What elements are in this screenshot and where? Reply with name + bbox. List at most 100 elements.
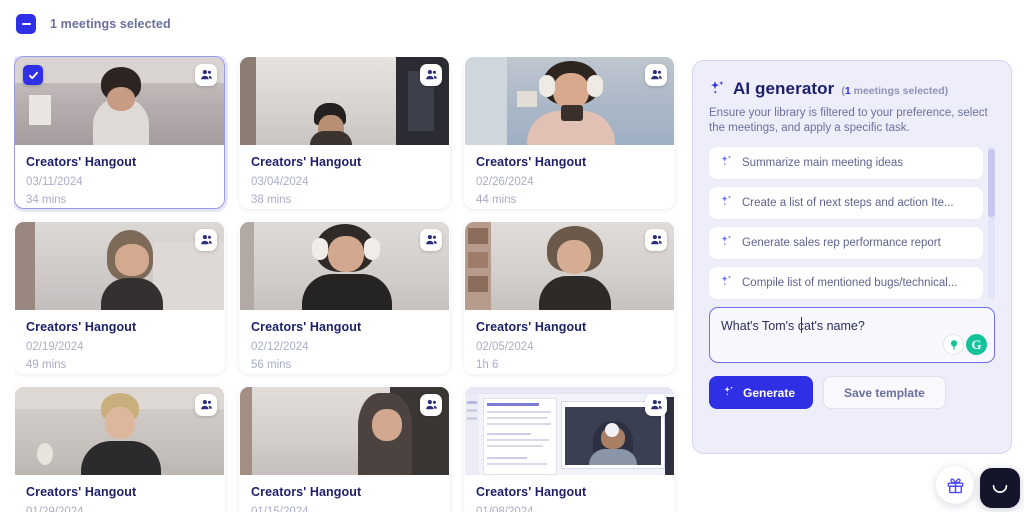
check-icon [28,71,38,79]
meeting-info: Creators' Hangout 01/08/2024 [465,475,674,512]
meeting-date: 02/26/2024 [476,176,534,188]
ai-generator-panel: AI generator (1 meetings selected) Ensur… [692,60,1012,454]
meeting-date: 03/11/2024 [26,176,83,188]
meeting-thumbnail [465,222,674,310]
meeting-selected-checkbox[interactable] [23,65,43,85]
ai-generator-header: AI generator (1 meetings selected) [709,77,995,99]
meeting-thumbnail-screenshare [465,387,674,475]
prompt-field-wrapper: G [709,307,995,363]
meeting-card[interactable]: Creators' Hangout 02/12/2024 56 mins [239,221,450,374]
save-template-button[interactable]: Save template [823,376,946,409]
meeting-card[interactable]: Creators' Hangout 01/29/2024 [14,386,225,512]
participants-icon [195,229,217,251]
meeting-date: 03/04/2024 [251,176,309,188]
grammarly-g-icon[interactable]: G [966,334,987,355]
meeting-duration: 38 mins [251,194,292,206]
task-list-scrollbar-thumb[interactable] [988,149,995,217]
text-cursor [801,317,803,333]
meeting-card[interactable]: Creators' Hangout 03/04/2024 38 mins [239,56,450,209]
meeting-date: 01/29/2024 [26,506,84,512]
meeting-date: 02/19/2024 [26,341,84,353]
meeting-date: 02/12/2024 [251,341,309,353]
meeting-thumbnail [240,387,449,475]
meetings-grid: Creators' Hangout 03/11/2024 34 mins Cre… [14,56,678,512]
meeting-duration: 56 mins [251,359,292,371]
meeting-info: Creators' Hangout 02/19/2024 49 mins [15,310,224,371]
panel-selection-count: (1 meetings selected) [841,85,949,97]
ai-task-list: Summarize main meeting ideas Create a li… [709,147,995,299]
meeting-info: Creators' Hangout 02/26/2024 44 mins [465,145,674,206]
meeting-date: 02/05/2024 [476,341,534,353]
meetings-library-app: 1 meetings selected Creators' Hangout 03… [0,0,1024,512]
meeting-card[interactable]: Creators' Hangout 01/15/2024 [239,386,450,512]
sparkle-icon [720,194,733,212]
sparkle-icon [720,234,733,252]
meeting-info: Creators' Hangout 03/04/2024 38 mins [240,145,449,206]
meeting-card[interactable]: Creators' Hangout 01/08/2024 [464,386,675,512]
meeting-thumbnail [15,222,224,310]
meeting-info: Creators' Hangout 01/29/2024 [15,475,224,512]
participants-icon [420,229,442,251]
meeting-title: Creators' Hangout [26,320,137,334]
meeting-thumbnail [240,222,449,310]
ai-task-item[interactable]: Summarize main meeting ideas [709,147,983,179]
meeting-title: Creators' Hangout [26,485,137,499]
meeting-duration: 34 mins [26,194,67,206]
sparkle-icon [709,79,726,101]
participants-icon [645,394,667,416]
ai-task-item[interactable]: Create a list of next steps and action I… [709,187,983,219]
ai-task-label: Compile list of mentioned bugs/technical… [742,277,958,289]
meeting-thumbnail [465,57,674,145]
meeting-card[interactable]: Creators' Hangout 03/11/2024 34 mins [14,56,225,209]
meeting-card[interactable]: Creators' Hangout 02/05/2024 1h 6 [464,221,675,374]
meeting-info: Creators' Hangout 02/05/2024 1h 6 [465,310,674,371]
meeting-date: 01/08/2024 [476,506,534,512]
meeting-title: Creators' Hangout [251,155,362,169]
sparkle-icon [723,385,735,400]
meeting-info: Creators' Hangout 01/15/2024 [240,475,449,512]
meeting-info: Creators' Hangout 03/11/2024 34 mins [15,145,224,206]
meeting-duration: 49 mins [26,359,67,371]
ai-task-item[interactable]: Generate sales rep performance report [709,227,983,259]
ai-task-label: Generate sales rep performance report [742,237,941,249]
meeting-card[interactable]: Creators' Hangout 02/26/2024 44 mins [464,56,675,209]
meeting-duration: 44 mins [476,194,517,206]
generate-button[interactable]: Generate [709,376,814,409]
participants-icon [645,229,667,251]
meeting-title: Creators' Hangout [251,485,362,499]
lightbulb-icon[interactable] [943,334,964,355]
meeting-title: Creators' Hangout [251,320,362,334]
meeting-title: Creators' Hangout [26,155,137,169]
sparkle-icon [720,154,733,172]
selection-toolbar: 1 meetings selected [0,0,1024,48]
meeting-card[interactable]: Creators' Hangout 02/19/2024 49 mins [14,221,225,374]
ai-task-label: Summarize main meeting ideas [742,157,904,169]
meeting-date: 01/15/2024 [251,506,309,512]
chat-smile-icon[interactable] [980,468,1020,508]
ai-task-label: Create a list of next steps and action I… [742,197,954,209]
task-list-scrollbar[interactable] [988,147,995,299]
gift-icon[interactable] [936,466,974,504]
participants-icon [195,64,217,86]
meeting-info: Creators' Hangout 02/12/2024 56 mins [240,310,449,371]
participants-icon [420,394,442,416]
sparkle-icon [720,274,733,292]
meeting-title: Creators' Hangout [476,320,587,334]
meeting-title: Creators' Hangout [476,485,587,499]
meeting-thumbnail [240,57,449,145]
meeting-thumbnail [15,57,224,145]
meeting-thumbnail [15,387,224,475]
select-all-checkbox[interactable] [16,14,36,34]
indeterminate-dash-icon [21,22,31,26]
ai-task-item[interactable]: Compile list of mentioned bugs/technical… [709,267,983,299]
selection-count-label: 1 meetings selected [50,17,171,31]
participants-icon [420,64,442,86]
generate-button-label: Generate [743,385,796,400]
meeting-title: Creators' Hangout [476,155,587,169]
meeting-duration: 1h 6 [476,359,499,371]
panel-actions: Generate Save template [709,376,995,409]
panel-title: AI generator [733,79,835,98]
grammarly-widget: G [943,334,987,355]
participants-icon [645,64,667,86]
panel-subtitle: Ensure your library is filtered to your … [709,107,988,134]
